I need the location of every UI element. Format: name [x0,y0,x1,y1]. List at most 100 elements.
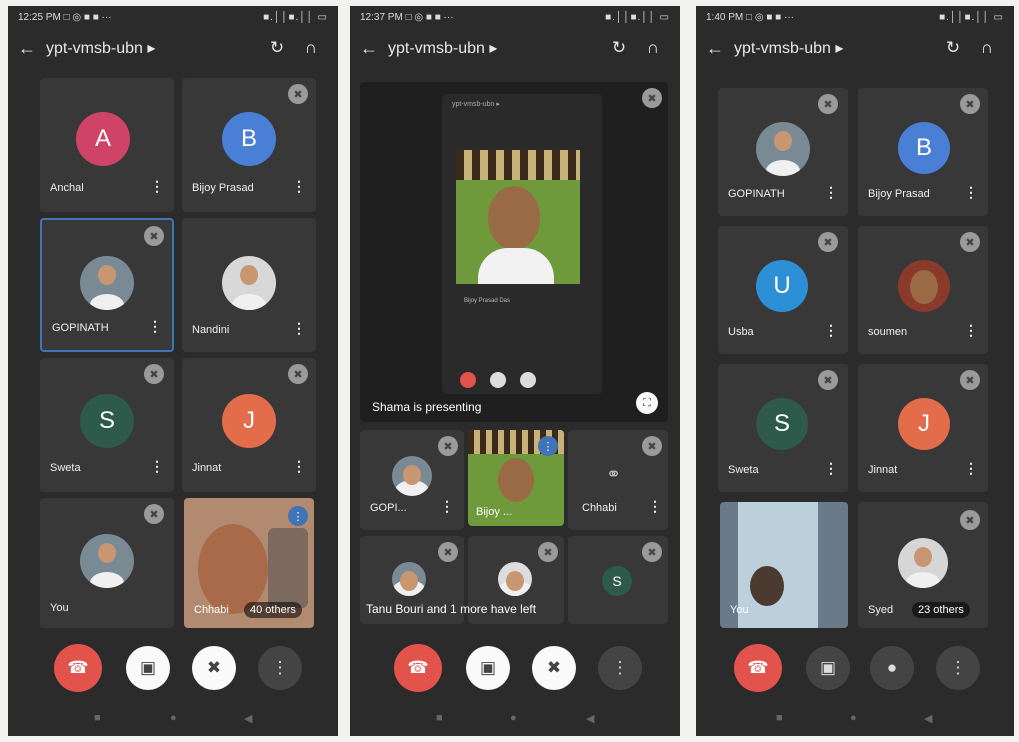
more-options-icon[interactable]: ⋮ [292,458,306,475]
more-options-button[interactable]: ⋮ [936,646,980,690]
avatar-photo [222,256,276,310]
participant-name: Jinnat [868,464,898,476]
participant-tile[interactable]: ✖ J Jinnat ⋮ [858,364,988,492]
mic-off-icon: ✖ [818,370,838,390]
presentation-area[interactable]: ✖ ypt-vmsb-ubn ▸ Bijoy Prasad Das Shama … [360,82,668,422]
participant-tile[interactable]: ✖ S Sweta ⋮ [718,364,848,492]
more-options-icon[interactable]: ⋮ [824,322,838,339]
recents-icon[interactable]: ■ [436,712,443,724]
end-call-button[interactable]: ☎ [394,644,442,692]
video-feed-tile[interactable]: ⋮ Bijoy ... [468,430,564,526]
mic-off-icon: ✖ [538,542,558,562]
avatar: B [898,122,950,174]
participant-name: GOPINATH [52,322,109,334]
participant-tile[interactable]: ✖ Syed 23 others [858,502,988,628]
audio-output-icon[interactable]: ∩ [636,38,670,58]
participant-tile-selected[interactable]: ✖ GOPINATH ⋮ [40,218,174,352]
speaking-indicator-icon: ⋮ [288,506,308,526]
self-video-tile[interactable]: You [720,502,848,628]
nav-back-icon[interactable]: ◀ [586,712,594,725]
participant-name: Anchal [50,182,84,194]
more-options-icon[interactable]: ⋮ [150,178,164,195]
more-options-icon[interactable]: ⋮ [964,460,978,477]
more-options-icon[interactable]: ⋮ [964,184,978,201]
audio-output-icon[interactable]: ∩ [294,38,328,58]
participant-name: You [50,602,69,614]
participant-tile[interactable]: ✖ S Sweta ⋮ [40,358,174,492]
shared-end-button [460,372,476,388]
home-icon[interactable]: ● [850,712,857,724]
end-call-button[interactable]: ☎ [734,644,782,692]
nav-back-icon[interactable]: ◀ [924,712,932,725]
participant-tile[interactable]: Nandini ⋮ [182,218,316,352]
video-background [456,150,580,180]
avatar: A [76,112,130,166]
mic-button[interactable]: ● [870,646,914,690]
mic-off-button[interactable]: ✖ [192,646,236,690]
more-options-button[interactable]: ⋮ [598,646,642,690]
switch-camera-icon[interactable]: ↻ [260,38,294,58]
meeting-code[interactable]: ypt-vmsb-ubn ▸ [46,38,260,58]
call-controls: ☎ ▣ ✖ ⋮ [8,644,338,694]
more-options-button[interactable]: ⋮ [258,646,302,690]
participant-tile[interactable]: ✖ ⚭ Chhabi ⋮ [568,430,668,530]
mic-off-button[interactable]: ✖ [532,646,576,690]
participant-tile[interactable]: ✖ S [568,536,668,624]
avatar-photo [392,562,426,596]
more-options-icon[interactable]: ⋮ [824,460,838,477]
home-icon[interactable]: ● [510,712,517,724]
more-options-icon[interactable]: ⋮ [964,322,978,339]
back-icon[interactable]: ← [18,38,46,59]
back-icon[interactable]: ← [706,38,734,59]
video-background [268,528,308,608]
meeting-code[interactable]: ypt-vmsb-ubn ▸ [388,38,602,58]
more-options-icon[interactable]: ⋮ [150,458,164,475]
clock: 12:25 PM [18,11,61,23]
camera-off-button[interactable]: ▣ [466,646,510,690]
nav-back-icon[interactable]: ◀ [244,712,252,725]
recents-icon[interactable]: ■ [776,712,783,724]
avatar-photo [80,534,134,588]
system-nav-bar: ■ ● ◀ [696,712,1014,728]
video-feed-tile[interactable]: ⋮ Chhabi 40 others [184,498,314,628]
avatar: S [756,398,808,450]
fullscreen-icon[interactable]: ⛶ [636,392,658,414]
participant-tile[interactable]: ✖ B Bijoy Prasad ⋮ [858,88,988,216]
meeting-code[interactable]: ypt-vmsb-ubn ▸ [734,38,936,58]
more-options-icon[interactable]: ⋮ [292,320,306,337]
participant-tile[interactable]: ✖ GOPI... ⋮ [360,430,464,530]
participant-tile[interactable]: A Anchal ⋮ [40,78,174,212]
home-icon[interactable]: ● [170,712,177,724]
screenshot-1: 12:25 PM □ ◎ ■ ■ ··· ■.││■.││ ▭ ← ypt-vm… [8,6,338,736]
switch-camera-icon[interactable]: ↻ [936,38,970,58]
participant-name: Bijoy ... [476,506,513,518]
more-options-icon[interactable]: ⋮ [292,178,306,195]
camera-button[interactable]: ▣ [806,646,850,690]
participant-name: Chhabi [194,604,229,616]
more-options-icon[interactable]: ⋮ [148,318,162,335]
participant-tile[interactable]: ✖ You [40,498,174,628]
avatar: J [898,398,950,450]
presenting-label: Shama is presenting [372,400,482,414]
others-count[interactable]: 40 others [244,602,302,618]
end-call-button[interactable]: ☎ [54,644,102,692]
mic-off-icon: ✖ [818,94,838,114]
avatar: U [756,260,808,312]
back-icon[interactable]: ← [360,38,388,59]
participant-tile[interactable]: ✖ GOPINATH ⋮ [718,88,848,216]
camera-off-button[interactable]: ▣ [126,646,170,690]
avatar-face [910,270,938,304]
recents-icon[interactable]: ■ [94,712,101,724]
switch-camera-icon[interactable]: ↻ [602,38,636,58]
participant-tile[interactable]: ✖ J Jinnat ⋮ [182,358,316,492]
others-count[interactable]: 23 others [912,602,970,618]
participant-tile[interactable]: ✖ B Bijoy Prasad ⋮ [182,78,316,212]
more-options-icon[interactable]: ⋮ [440,498,454,515]
participant-tile[interactable]: ✖ U Usba ⋮ [718,226,848,354]
more-options-icon[interactable]: ⋮ [648,498,662,515]
audio-output-icon[interactable]: ∩ [970,38,1004,58]
participant-tile[interactable]: ✖ soumen ⋮ [858,226,988,354]
avatar: S [602,566,632,596]
meeting-header: ← ypt-vmsb-ubn ▸ ↻ ∩ [696,28,1014,68]
more-options-icon[interactable]: ⋮ [824,184,838,201]
